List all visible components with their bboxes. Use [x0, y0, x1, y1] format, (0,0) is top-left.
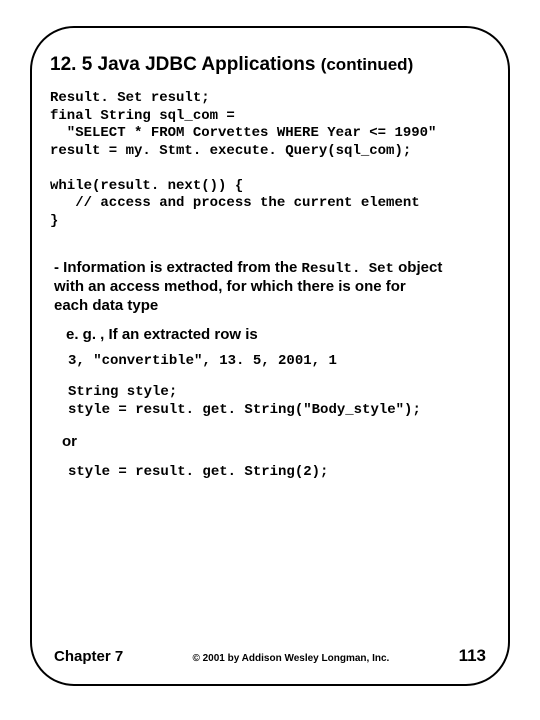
footer-page-number: 113 [459, 646, 486, 666]
code-block-1: Result. Set result; final String sql_com… [50, 90, 490, 230]
slide-frame: 12. 5 Java JDBC Applications (continued)… [30, 26, 510, 686]
bullet-lead: - Information is extracted from the [54, 259, 302, 276]
heading-continued: (continued) [321, 55, 414, 74]
code-block-2: String style; style = result. get. Strin… [68, 384, 490, 419]
slide-footer: Chapter 7 © 2001 by Addison Wesley Longm… [32, 646, 508, 666]
code-block-3: style = result. get. String(2); [68, 464, 490, 482]
bullet-text: - Information is extracted from the Resu… [54, 240, 490, 316]
example-label: e. g. , If an extracted row is [66, 326, 490, 343]
heading-main: 12. 5 Java JDBC Applications [50, 54, 321, 75]
footer-chapter: Chapter 7 [54, 648, 123, 665]
bullet-code-term: Result. Set [302, 261, 394, 277]
footer-copyright: © 2001 by Addison Wesley Longman, Inc. [123, 653, 458, 664]
slide-heading: 12. 5 Java JDBC Applications (continued) [50, 54, 490, 76]
or-label: or [62, 433, 490, 450]
code-row-example: 3, "convertible", 13. 5, 2001, 1 [68, 353, 490, 371]
